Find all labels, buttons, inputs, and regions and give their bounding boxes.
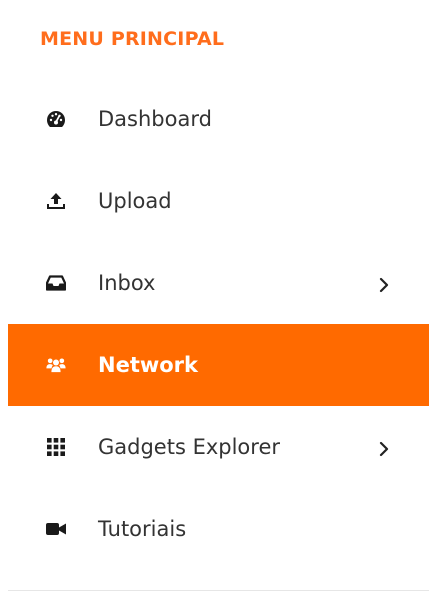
menu-item-label: Tutoriais <box>98 517 187 541</box>
menu-item-label: Dashboard <box>98 107 212 131</box>
menu-item-label: Network <box>98 353 199 377</box>
chevron-right-icon <box>376 277 392 293</box>
video-camera-icon <box>46 519 66 539</box>
upload-icon <box>46 191 66 211</box>
grid-icon <box>46 437 66 457</box>
menu-item-tutoriais[interactable]: Tutoriais <box>8 488 429 570</box>
menu-item-inbox[interactable]: Inbox <box>8 242 429 324</box>
chevron-right-icon <box>376 441 392 457</box>
menu-item-label: Inbox <box>98 271 156 295</box>
menu-item-upload[interactable]: Upload <box>8 160 429 242</box>
dashboard-icon <box>46 109 66 129</box>
users-icon <box>46 355 66 375</box>
inbox-icon <box>46 273 66 293</box>
main-menu: Dashboard Upload Inbox Network Gadgets E… <box>0 0 429 597</box>
menu-item-label: Upload <box>98 189 172 213</box>
menu-item-dashboard[interactable]: Dashboard <box>8 78 429 160</box>
menu-item-gadgets-explorer[interactable]: Gadgets Explorer <box>8 406 429 488</box>
menu-item-network[interactable]: Network <box>8 324 429 406</box>
menu-item-label: Gadgets Explorer <box>98 435 281 459</box>
menu-divider <box>8 590 429 591</box>
